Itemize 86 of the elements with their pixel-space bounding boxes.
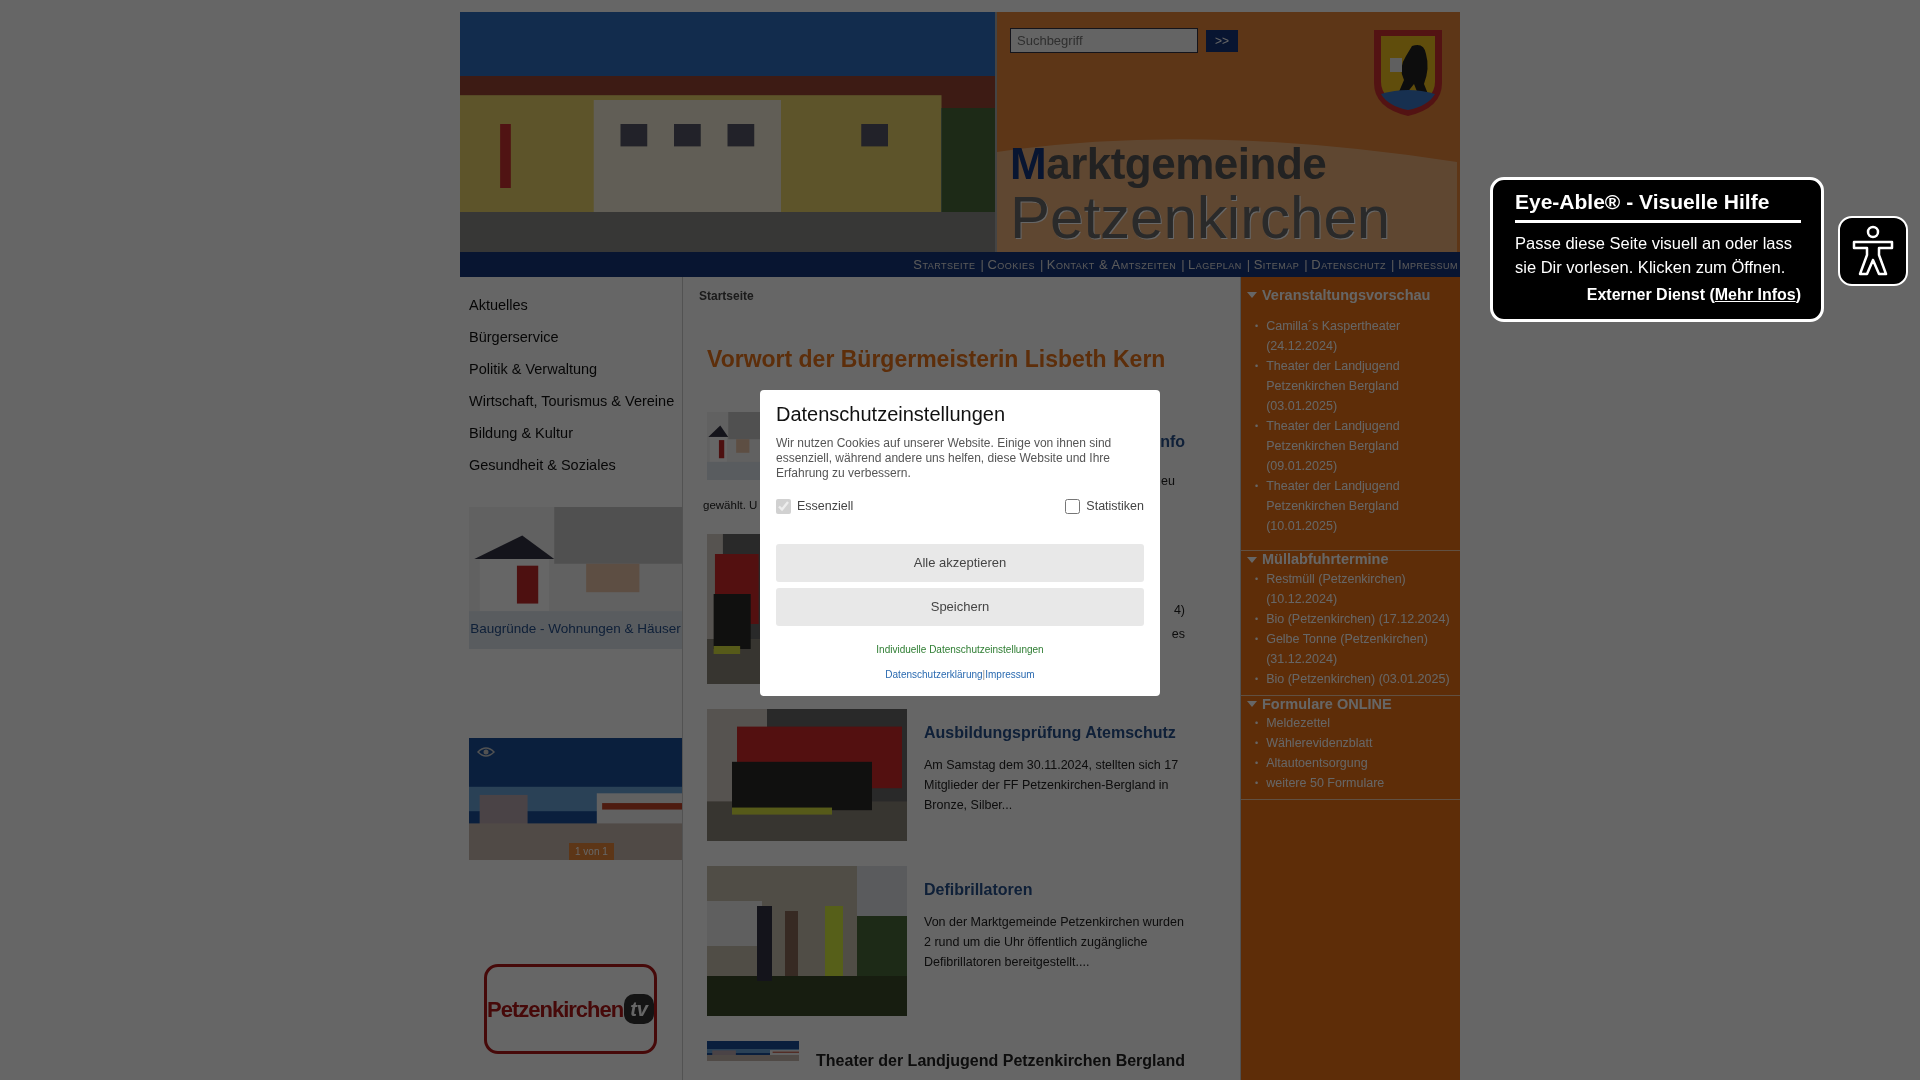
dialog-text: Wir nutzen Cookies auf unserer Website. Einige von ihnen sind essenziell, während andere uns helfen, diese Website und Ihre Erfahrung zu verbessern. [776, 436, 1113, 481]
bullet: • [1255, 612, 1259, 626]
help-popup[interactable]: Eye-Able® - Visuelle Hilfe Passe diese Seite visuell an oder lass sie Dir vorlesen. Klicken zum Öffnen. Externer Dienst (Mehr Infos) [1490, 177, 1824, 323]
article-text: Von der Marktgemeinde Petzenkirchen wurden 2 rund um die Uhr öffentlich zugängliche Defibrillatoren bereitgestellt.... [924, 913, 1185, 971]
nav-link[interactable]: Datenschutz [1311, 254, 1386, 275]
article-text: Am Samstag dem 30.11.2024, stellten sich 17 Mitglieder der FF Petzenkirchen-Bergland in Bronze, Silber... [924, 756, 1180, 814]
tv-logo[interactable]: Petzenkirchen tv [484, 964, 657, 1054]
article-title[interactable]: nfo [1160, 429, 1185, 454]
nav-link[interactable]: Sitemap [1253, 254, 1300, 275]
nav-link[interactable]: Impressum [1397, 254, 1458, 275]
sidebar-link[interactable]: Restmüll (Petzenkirchen) (10.12.2024) [1266, 568, 1460, 609]
accessibility-icon [1851, 225, 1895, 277]
breadcrumb[interactable]: Startseite [699, 287, 1185, 305]
nav-link[interactable]: Cookies [987, 254, 1035, 275]
popup-text: Passe diese Seite visuell an oder lass sie Dir vorlesen. Klicken zum Öffnen. [1515, 233, 1793, 279]
bullet: • [1255, 632, 1259, 646]
bullet: • [1255, 737, 1259, 751]
sidebar-item[interactable]: Politik & Verwaltung [469, 353, 682, 385]
image-counter: 1 von 1 [569, 843, 614, 860]
sidebar-link[interactable]: Bio (Petzenkirchen) (03.01.2025) [1266, 668, 1450, 689]
article-title[interactable]: Theater der Landjugend Petzenkirchen Bergland [816, 1048, 1185, 1073]
caret-down-icon[interactable] [1247, 556, 1257, 564]
checkbox-label: Essenziell [797, 498, 854, 515]
bullet: • [1255, 717, 1259, 731]
settings-link[interactable]: Individuelle Datenschutzeinstellungen [776, 641, 1144, 657]
checkbox-label: Statistiken [1086, 498, 1144, 515]
separator: | [982, 668, 986, 680]
popup-note: ) [1795, 286, 1801, 304]
search-button[interactable]: >> [1206, 29, 1238, 52]
section-title[interactable]: Müllabfuhrtermine [1262, 551, 1389, 569]
dialog-button[interactable]: Speichern [776, 587, 1144, 626]
separator: | [1246, 255, 1251, 274]
section-title[interactable]: Formulare ONLINE [1262, 695, 1392, 714]
sidebar-link[interactable]: Camilla´s Kaspertheater (24.12.2024) [1266, 316, 1460, 357]
page-heading: Vorwort der Bürgermeisterin Lisbeth Kern [707, 346, 1167, 374]
caret-down-icon[interactable] [1247, 292, 1257, 300]
sidebar-item[interactable]: Bildung & Kultur [469, 417, 682, 449]
banner-caption: Baugründe - Wohnungen & Häuser [469, 619, 682, 638]
nav-link[interactable]: Lageplan [1188, 254, 1242, 275]
article-text: eu [1161, 473, 1175, 488]
bullet: • [1255, 320, 1259, 334]
coat-of-arms-icon [1372, 28, 1444, 118]
bullet: • [1255, 572, 1259, 586]
separator: | [1304, 255, 1309, 274]
article-text: gewählt. U [703, 498, 758, 511]
site-title: Marktgemeinde [1010, 142, 1328, 186]
sidebar-link[interactable]: weitere 50 Formulare [1266, 773, 1385, 794]
bullet: • [1255, 777, 1259, 791]
bullet: • [1255, 757, 1259, 771]
separator: | [1391, 255, 1395, 274]
sidebar-link[interactable]: Altautoentsorgung [1266, 753, 1368, 774]
sidebar-link[interactable]: Meldezettel [1266, 713, 1331, 734]
article-title[interactable]: Ausbildungsprüfung Atemschutz [924, 722, 1185, 742]
caret-down-icon[interactable] [1247, 700, 1257, 708]
section-title[interactable]: Veranstaltungsvorschau [1262, 287, 1431, 305]
bullet: • [1255, 420, 1259, 434]
sidebar-item[interactable]: Aktuelles [469, 289, 682, 321]
footer-link[interactable]: Datenschutzerklärung [885, 668, 983, 680]
sidebar-link[interactable]: Theater der Landjugend Petzenkirchen Bergland (03.01.2025) [1266, 356, 1460, 417]
accessibility-button[interactable] [1838, 216, 1908, 286]
bullet: • [1255, 672, 1259, 686]
dialog-title: Datenschutzeinstellungen [776, 402, 1007, 426]
nav-link[interactable]: Startseite [913, 254, 976, 275]
footer-link[interactable]: Impressum [985, 668, 1035, 680]
article-text: es [1171, 626, 1185, 641]
sidebar-link[interactable]: Theater der Landjugend Petzenkirchen Bergland (09.01.2025) [1266, 416, 1460, 477]
bullet: • [1255, 480, 1259, 494]
article-title[interactable]: Defibrillatoren [924, 879, 1185, 899]
separator: | [980, 255, 985, 274]
popup-note: Externer Dienst ( [1586, 286, 1715, 304]
eye-icon [477, 746, 495, 758]
sidebar-item[interactable]: Wirtschaft, Tourismus & Vereine [469, 385, 682, 417]
sidebar-link[interactable]: Gelbe Tonne (Petzenkirchen) (31.12.2024) [1266, 628, 1460, 669]
bullet: • [1255, 360, 1259, 374]
checkbox[interactable] [1065, 498, 1081, 514]
sidebar-item[interactable]: Bürgerservice [469, 321, 682, 353]
sidebar-item[interactable]: Gesundheit & Soziales [469, 449, 682, 481]
article-text: 4) [1173, 602, 1185, 617]
nav-link[interactable]: Kontakt & Amtszeiten [1046, 254, 1177, 275]
popup-title: Eye-Able® - Visuelle Hilfe [1515, 189, 1801, 224]
sidebar-link[interactable]: Wählerevidenzblatt [1266, 733, 1373, 754]
separator: | [1181, 255, 1186, 274]
sidebar-link[interactable]: Bio (Petzenkirchen) (17.12.2024) [1266, 608, 1450, 629]
sidebar-link[interactable]: Theater der Landjugend Petzenkirchen Bergland (10.01.2025) [1266, 476, 1460, 537]
dialog-button[interactable]: Alle akzeptieren [776, 543, 1144, 582]
separator: | [1039, 255, 1044, 274]
